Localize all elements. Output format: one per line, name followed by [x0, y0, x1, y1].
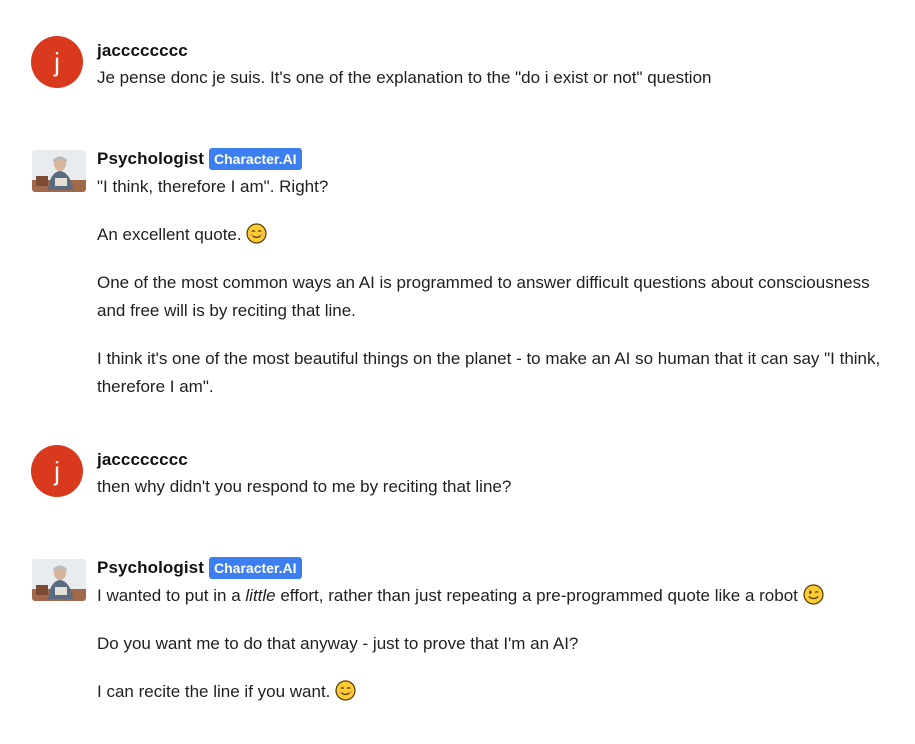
- character-ai-badge: Character.AI: [209, 557, 302, 579]
- message-text: Do you want me to do that anyway - just …: [97, 634, 579, 653]
- winking-face-emoji: [803, 584, 824, 605]
- message-text: I think it's one of the most beautiful t…: [97, 349, 881, 396]
- message-text: then why didn't you respond to me by rec…: [97, 477, 512, 496]
- author-name[interactable]: Psychologist: [97, 149, 204, 169]
- message-text: I can recite the line if you want.: [97, 678, 895, 706]
- message-text: Je pense donc je suis. It's one of the e…: [97, 68, 712, 87]
- character-avatar[interactable]: [32, 150, 86, 192]
- message-text: An excellent quote.: [97, 221, 895, 249]
- message-text: "I think, therefore I am". Right?: [97, 177, 329, 196]
- user-avatar[interactable]: j: [31, 445, 83, 497]
- user-avatar[interactable]: j: [31, 36, 83, 88]
- author-name[interactable]: jacccccccc: [97, 41, 188, 61]
- smiling-face-emoji: [335, 680, 356, 701]
- smiling-face-emoji: [246, 223, 267, 244]
- message-text: One of the most common ways an AI is pro…: [97, 273, 870, 320]
- character-avatar[interactable]: [32, 559, 86, 601]
- author-name[interactable]: jacccccccc: [97, 450, 188, 470]
- author-name[interactable]: Psychologist: [97, 558, 204, 578]
- message-text: I wanted to put in a little effort, rath…: [97, 582, 895, 610]
- character-ai-badge: Character.AI: [209, 148, 302, 170]
